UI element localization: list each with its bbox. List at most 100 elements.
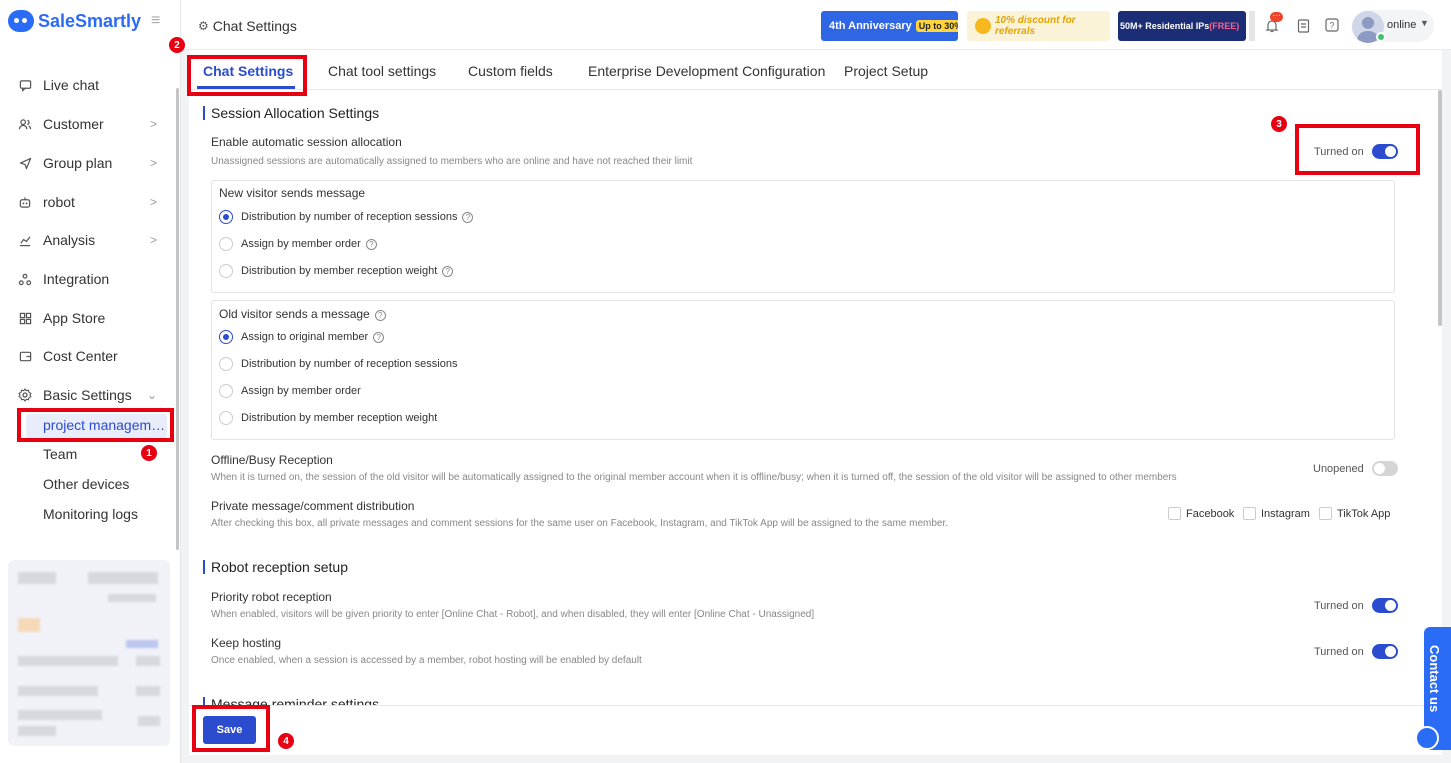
save-bar: Save <box>189 705 1442 755</box>
priority-robot-desc: When enabled, visitors will be given pri… <box>211 609 815 620</box>
sidebar-item-label: Group plan <box>43 155 113 171</box>
tab-custom-fields[interactable]: Custom fields <box>468 63 553 79</box>
help-icon[interactable]: ? <box>1324 18 1340 34</box>
auto-allocation-label: Enable automatic session allocation <box>211 135 402 149</box>
menu-collapse-icon[interactable]: ≡ <box>151 12 160 30</box>
sidebar-item-label: Analysis <box>43 232 96 248</box>
sidebar-item-label: Integration <box>43 271 110 287</box>
radio-label: Distribution by number of reception sess… <box>241 211 458 223</box>
banner-text: 4th Anniversary <box>829 20 912 32</box>
chart-icon <box>18 233 32 247</box>
sidebar-item-customer[interactable]: Customer > <box>18 113 163 135</box>
question-icon[interactable]: ? <box>462 211 474 223</box>
checkbox[interactable] <box>1319 507 1332 520</box>
chevron-right-icon: > <box>149 233 157 247</box>
users-icon <box>18 117 32 131</box>
referral-banner[interactable]: 10% discount for referrals <box>967 11 1110 41</box>
sidebar-item-basic-settings[interactable]: Basic Settings ⌄ <box>18 384 163 406</box>
priority-robot-toggle[interactable]: Turned on <box>1314 598 1398 613</box>
sidebar-scrollbar[interactable] <box>176 88 179 550</box>
radio-button[interactable] <box>219 357 233 371</box>
checkbox-facebook[interactable]: Facebook <box>1168 507 1234 520</box>
radio-button[interactable] <box>219 237 233 251</box>
checkbox-label: TikTok App <box>1337 507 1391 520</box>
main-panel: Chat Settings Chat tool settings Custom … <box>189 50 1442 755</box>
auto-allocation-desc: Unassigned sessions are automatically as… <box>211 156 693 167</box>
step-marker-2: 2 <box>169 37 185 53</box>
online-status-dot <box>1376 32 1386 42</box>
keep-hosting-toggle[interactable]: Turned on <box>1314 644 1398 659</box>
section-title-robot: Robot reception setup <box>203 560 348 574</box>
sidebar-item-group-plan[interactable]: Group plan > <box>18 152 163 174</box>
chevron-right-icon: > <box>149 156 157 170</box>
sidebar-item-live-chat[interactable]: Live chat <box>18 74 163 96</box>
radio-label: Assign by member order <box>241 238 361 250</box>
breadcrumb: ⚙ Chat Settings <box>198 18 297 34</box>
toggle-switch[interactable] <box>1371 598 1398 613</box>
checkbox-instagram[interactable]: Instagram <box>1243 507 1310 520</box>
wallet-icon <box>18 349 32 363</box>
checkbox-tiktok[interactable]: TikTok App <box>1319 507 1390 520</box>
radio-old-original-member[interactable]: Assign to original member? <box>219 330 385 344</box>
sidebar-item-label: robot <box>43 194 75 210</box>
offline-reception-desc: When it is turned on, the session of the… <box>211 472 1177 483</box>
chat-bubble-icon[interactable] <box>1415 726 1439 750</box>
checkbox[interactable] <box>1243 507 1256 520</box>
radio-new-member-order[interactable]: Assign by member order? <box>219 237 377 251</box>
integration-icon <box>18 272 32 286</box>
tab-project-setup[interactable]: Project Setup <box>844 63 928 79</box>
chevron-right-icon: > <box>149 195 157 209</box>
question-icon[interactable]: ? <box>373 331 385 343</box>
radio-button[interactable] <box>219 210 233 224</box>
priority-robot-label: Priority robot reception <box>211 590 332 604</box>
tab-enterprise-development[interactable]: Enterprise Development Configuration <box>588 63 825 79</box>
offline-reception-toggle[interactable]: Unopened <box>1313 461 1398 476</box>
radio-label: Assign to original member <box>241 331 369 343</box>
new-visitor-title: New visitor sends message <box>219 186 366 200</box>
old-visitor-title: Old visitor sends a message? <box>219 307 386 321</box>
radio-old-reception-weight[interactable]: Distribution by member reception weight <box>219 411 437 425</box>
checkbox[interactable] <box>1168 507 1181 520</box>
question-icon[interactable]: ? <box>442 265 454 277</box>
clipboard-icon[interactable] <box>1295 18 1311 34</box>
radio-new-reception-weight[interactable]: Distribution by member reception weight? <box>219 264 454 278</box>
radio-button[interactable] <box>219 330 233 344</box>
sidebar-subitem-monitoring-logs[interactable]: Monitoring logs <box>43 506 138 522</box>
toggle-switch[interactable] <box>1371 461 1398 476</box>
radio-label: Distribution by member reception weight <box>241 265 438 277</box>
notification-badge: ··· <box>1270 12 1283 22</box>
sidebar-item-cost-center[interactable]: Cost Center <box>18 345 163 367</box>
brand-logo[interactable]: SaleSmartly <box>8 10 141 32</box>
chevron-right-icon: > <box>149 117 157 131</box>
sidebar-subitem-team[interactable]: Team <box>43 446 77 462</box>
radio-button[interactable] <box>219 384 233 398</box>
user-status-label: online <box>1387 19 1417 31</box>
sidebar-item-label: App Store <box>43 310 106 326</box>
sidebar-subitem-other-devices[interactable]: Other devices <box>43 476 129 492</box>
radio-old-member-order[interactable]: Assign by member order <box>219 384 361 398</box>
caret-down-icon: ▼ <box>1420 18 1429 28</box>
radio-button[interactable] <box>219 264 233 278</box>
radio-new-sessions-count[interactable]: Distribution by number of reception sess… <box>219 210 474 224</box>
sidebar-item-analysis[interactable]: Analysis > <box>18 229 163 251</box>
sidebar-item-app-store[interactable]: App Store <box>18 307 163 329</box>
residential-ip-banner[interactable]: 50M+ Residential IPs (FREE) <box>1118 11 1246 41</box>
anniversary-banner[interactable]: 4th Anniversary Up to 30% <box>821 11 958 41</box>
radio-button[interactable] <box>219 411 233 425</box>
top-bar: ⚙ Chat Settings 4th Anniversary Up to 30… <box>181 0 1451 50</box>
sidebar-item-integration[interactable]: Integration <box>18 268 163 290</box>
content-scrollbar[interactable] <box>1438 90 1442 326</box>
highlight-box-toggle <box>1295 124 1420 175</box>
radio-old-sessions-count[interactable]: Distribution by number of reception sess… <box>219 357 457 371</box>
toggle-switch[interactable] <box>1371 644 1398 659</box>
blurred-account-card <box>8 560 170 746</box>
tab-chat-tool-settings[interactable]: Chat tool settings <box>328 63 436 79</box>
svg-text:?: ? <box>1329 21 1334 31</box>
sidebar-item-robot[interactable]: robot > <box>18 191 163 213</box>
question-icon[interactable]: ? <box>374 310 386 321</box>
highlight-box-save <box>192 705 270 752</box>
checkbox-label: Instagram <box>1261 507 1310 520</box>
question-icon[interactable]: ? <box>365 238 377 250</box>
step-marker-3: 3 <box>1271 116 1287 132</box>
gear-icon: ⚙ <box>198 19 209 33</box>
